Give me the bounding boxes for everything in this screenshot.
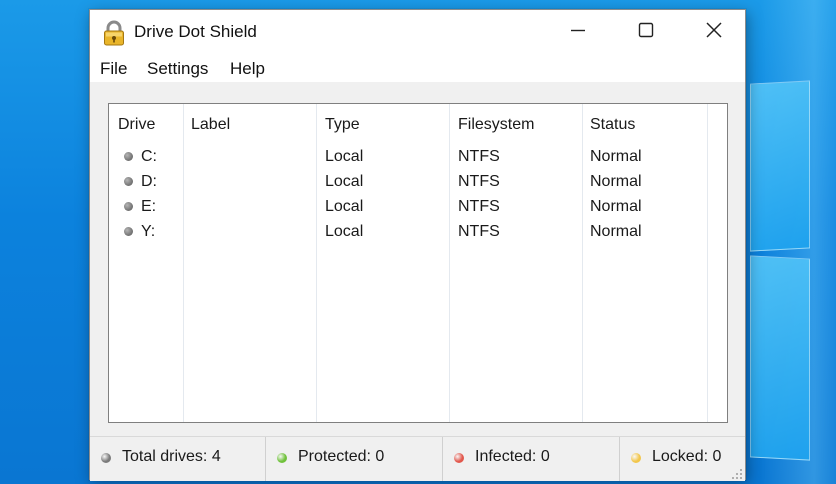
title-bar[interactable]: Drive Dot Shield: [90, 10, 745, 56]
protected-status-dot: [277, 453, 287, 463]
cell-status: Normal: [590, 198, 642, 215]
cell-drive: C:: [141, 148, 157, 165]
menu-help[interactable]: Help: [230, 59, 265, 79]
cell-type: Local: [325, 148, 364, 165]
menu-settings[interactable]: Settings: [147, 59, 208, 79]
locked-status-dot: [631, 453, 641, 463]
column-header-type[interactable]: Type: [325, 116, 360, 134]
maximize-icon: [638, 22, 654, 43]
cell-drive: E:: [141, 198, 157, 215]
padlock-icon: [103, 20, 125, 46]
close-icon: [705, 21, 723, 44]
drive-status-dot: [124, 202, 133, 211]
total-status-dot: [101, 453, 111, 463]
cell-type: Local: [325, 223, 364, 240]
status-bar: Total drives: 4 Protected: 0 Infected: 0…: [90, 436, 745, 481]
cell-filesystem: NTFS: [458, 198, 500, 215]
cell-filesystem: NTFS: [458, 173, 500, 190]
desktop-logo-pane-top: [750, 80, 810, 252]
column-header-drive[interactable]: Drive: [118, 116, 155, 134]
status-total-drives: Total drives: 4: [90, 437, 266, 481]
drive-status-dot: [124, 177, 133, 186]
window-title: Drive Dot Shield: [134, 22, 257, 41]
cell-status: Normal: [590, 223, 642, 240]
table-row[interactable]: E: Local NTFS Normal: [109, 195, 727, 220]
cell-drive: Y:: [141, 223, 156, 240]
drive-list[interactable]: Drive Label Type Filesystem Status C: Lo…: [108, 103, 728, 423]
minimize-icon: [570, 22, 586, 43]
menu-file[interactable]: File: [100, 59, 127, 79]
cell-status: Normal: [590, 173, 642, 190]
status-protected: Protected: 0: [266, 437, 443, 481]
table-row[interactable]: D: Local NTFS Normal: [109, 170, 727, 195]
app-window: Drive Dot Shield File Settings Help Driv…: [89, 9, 746, 481]
status-infected: Infected: 0: [443, 437, 620, 481]
maximize-button[interactable]: [612, 10, 680, 54]
status-locked-text: Locked: 0: [652, 448, 722, 465]
cell-filesystem: NTFS: [458, 223, 500, 240]
drive-status-dot: [124, 227, 133, 236]
menu-bar: File Settings Help: [90, 56, 745, 82]
infected-status-dot: [454, 453, 464, 463]
status-protected-text: Protected: 0: [298, 448, 385, 465]
desktop-logo-pane-bottom: [750, 255, 810, 461]
table-row[interactable]: Y: Local NTFS Normal: [109, 220, 727, 245]
status-total-text: Total drives: 4: [122, 448, 221, 465]
column-header-filesystem[interactable]: Filesystem: [458, 116, 534, 134]
minimize-button[interactable]: [544, 10, 612, 54]
cell-filesystem: NTFS: [458, 148, 500, 165]
close-button[interactable]: [680, 10, 748, 54]
cell-type: Local: [325, 173, 364, 190]
drive-status-dot: [124, 152, 133, 161]
column-header-label[interactable]: Label: [191, 116, 230, 134]
cell-status: Normal: [590, 148, 642, 165]
resize-grip-icon[interactable]: [731, 467, 743, 479]
table-row[interactable]: C: Local NTFS Normal: [109, 145, 727, 170]
status-infected-text: Infected: 0: [475, 448, 550, 465]
status-locked: Locked: 0: [620, 437, 745, 481]
column-header-status[interactable]: Status: [590, 116, 635, 134]
cell-type: Local: [325, 198, 364, 215]
cell-drive: D:: [141, 173, 157, 190]
